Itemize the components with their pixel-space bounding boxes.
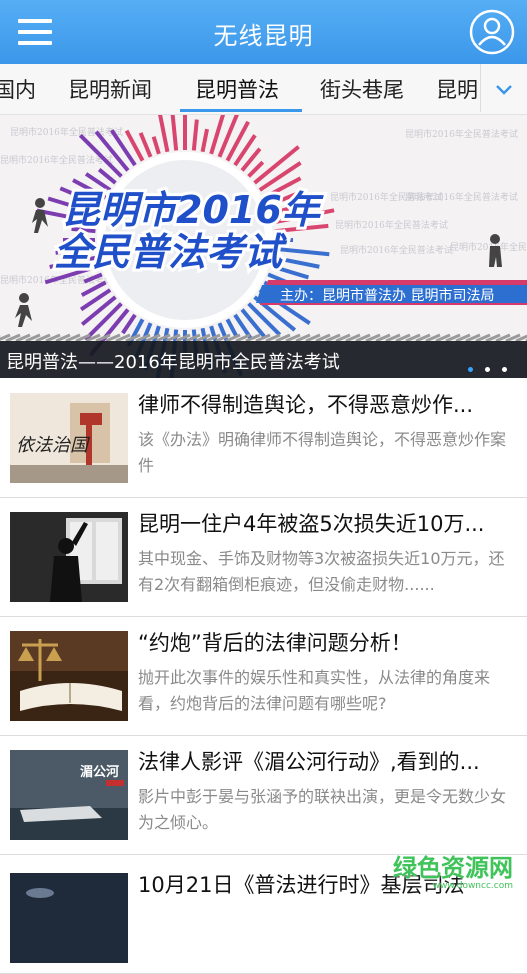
active-tab-indicator xyxy=(180,109,302,112)
news-title: 昆明一住户4年被盗5次损失近10万... xyxy=(138,512,485,536)
news-title: 律师不得制造舆论，不得恶意炒作... xyxy=(138,393,474,417)
svg-text:湄公河: 湄公河 xyxy=(80,764,119,780)
news-thumbnail: 依法治国 xyxy=(10,393,128,483)
news-thumbnail xyxy=(10,512,128,602)
tab-jietou-xiangwei[interactable]: 街头巷尾 xyxy=(320,74,404,104)
banner-caption: 昆明普法——2016年昆明市全民普法考试 xyxy=(6,352,340,373)
category-tabs: 国内 昆明新闻 昆明普法 街头巷尾 昆明 xyxy=(0,64,527,115)
news-item[interactable]: 湄公河 法律人影评《湄公河行动》,看到的... 影片中彭于晏与张涵予的联袂出演，… xyxy=(0,736,527,855)
svg-text:昆明市2016年全民普法考试: 昆明市2016年全民普法考试 xyxy=(340,244,453,256)
banner-image: 昆明市2016年全民普法考试 昆明市2016年全民普法考试 昆明市2016年全民… xyxy=(0,115,527,378)
svg-text:昆明市2016年全民普法考试: 昆明市2016年全民普法考试 xyxy=(405,128,518,140)
chevron-down-icon xyxy=(496,85,512,95)
tab-kunming-pufa[interactable]: 昆明普法 xyxy=(195,74,279,104)
carousel-dot[interactable] xyxy=(502,367,507,372)
svg-text:昆明市2016年全民普法考试: 昆明市2016年全民普法考试 xyxy=(0,154,113,166)
app-header: 无线昆明 xyxy=(0,0,527,64)
news-summary: 该《办法》明确律师不得制造舆论，不得恶意炒作案件 xyxy=(138,430,507,475)
carousel-indicator xyxy=(456,357,507,376)
svg-text:主办：昆明市普法办 昆明市司法局: 主办：昆明市普法办 昆明市司法局 xyxy=(280,287,494,304)
svg-text:昆明市2016年全民普法考试: 昆明市2016年全民普法考试 xyxy=(450,241,527,253)
banner-caption-bar: 昆明普法——2016年昆明市全民普法考试 xyxy=(0,341,527,378)
news-thumbnail xyxy=(10,873,128,963)
news-item[interactable]: “约炮”背后的法律问题分析！ 抛开此次事件的娱乐性和真实性，从法律的角度来看，约… xyxy=(0,617,527,736)
tab-guonei[interactable]: 国内 xyxy=(0,74,36,104)
news-summary: 抛开此次事件的娱乐性和真实性，从法律的角度来看，约炮背后的法律问题有哪些呢? xyxy=(138,668,491,713)
carousel-dot-active[interactable] xyxy=(468,367,473,372)
news-title: “约炮”背后的法律问题分析！ xyxy=(138,631,412,655)
news-thumbnail: 湄公河 xyxy=(10,750,128,840)
svg-text:依法治国: 依法治国 xyxy=(16,435,91,456)
news-item[interactable]: 昆明一住户4年被盗5次损失近10万... 其中现金、手饰及财物等3次被盗损失近1… xyxy=(0,498,527,617)
svg-text:全民普法考试: 全民普法考试 xyxy=(54,230,288,274)
watermark: 绿色资源网 www.downcc.com xyxy=(393,854,513,891)
expand-tabs-button[interactable] xyxy=(480,64,527,112)
banner-carousel[interactable]: 昆明市2016年全民普法考试 昆明市2016年全民普法考试 昆明市2016年全民… xyxy=(0,115,527,378)
carousel-dot[interactable] xyxy=(485,367,490,372)
news-summary: 影片中彭于晏与张涵予的联袂出演，更是令无数少女为之倾心。 xyxy=(138,787,507,832)
page-title: 无线昆明 xyxy=(213,22,314,50)
news-thumbnail xyxy=(10,631,128,721)
news-title: 法律人影评《湄公河行动》,看到的... xyxy=(138,750,480,774)
svg-text:昆明市2016年: 昆明市2016年 xyxy=(62,188,325,232)
svg-text:昆明市2016年全民普法考试: 昆明市2016年全民普法考试 xyxy=(405,191,518,203)
tab-kunming[interactable]: 昆明 xyxy=(436,74,478,104)
news-summary: 其中现金、手饰及财物等3次被盗损失近10万元，还有2次有翻箱倒柜痕迹，但没偷走财… xyxy=(138,549,505,594)
user-icon[interactable] xyxy=(469,9,515,55)
tab-kunming-news[interactable]: 昆明新闻 xyxy=(68,74,152,104)
svg-text:昆明市2016年全民普法考试: 昆明市2016年全民普法考试 xyxy=(10,126,123,138)
svg-text:昆明市2016年全民普法考试: 昆明市2016年全民普法考试 xyxy=(335,219,448,231)
news-item[interactable]: 依法治国 律师不得制造舆论，不得恶意炒作... 该《办法》明确律师不得制造舆论，… xyxy=(0,379,527,498)
